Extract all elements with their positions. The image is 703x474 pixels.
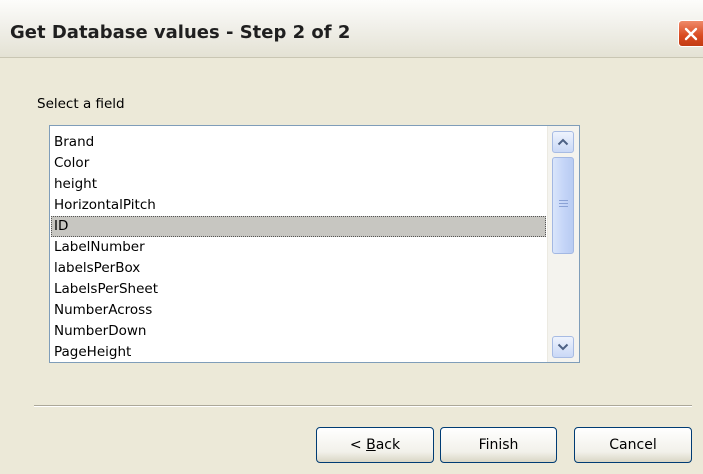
field-list-item[interactable]: ID [51, 216, 546, 237]
thumb-grip-line [559, 206, 568, 207]
thumb-grip-line [559, 200, 568, 201]
back-rest: ack [375, 437, 401, 453]
field-list-item[interactable]: HorizontalPitch [51, 195, 546, 216]
field-list: Brand Color height HorizontalPitch ID LabelNu… [51, 132, 546, 362]
field-listbox[interactable]: Brand Color height HorizontalPitch ID LabelNu… [49, 125, 580, 363]
window-title: Get Database values - Step 2 of 2 [10, 22, 351, 43]
field-list-item[interactable]: LabelsPerSheet [51, 279, 546, 300]
field-list-item[interactable]: NumberDown [51, 321, 546, 342]
field-list-item[interactable]: LabelNumber [51, 237, 546, 258]
close-icon [684, 27, 698, 41]
chevron-down-icon [557, 343, 569, 351]
scroll-thumb[interactable] [552, 157, 574, 254]
field-list-item[interactable]: NumberAcross [51, 300, 546, 321]
scroll-down-button[interactable] [552, 336, 574, 358]
field-list-item[interactable]: labelsPerBox [51, 258, 546, 279]
footer-separator [34, 405, 692, 407]
field-list-item[interactable]: Brand [51, 132, 546, 153]
dialog-window: Get Database values - Step 2 of 2 Select… [0, 0, 703, 474]
field-list-item[interactable]: height [51, 174, 546, 195]
scroll-up-button[interactable] [552, 131, 574, 153]
title-bar[interactable]: Get Database values - Step 2 of 2 [0, 0, 703, 58]
cancel-button[interactable]: Cancel [574, 427, 692, 463]
thumb-grip-line [559, 203, 568, 204]
back-button[interactable]: < Back [316, 427, 434, 463]
finish-button[interactable]: Finish [440, 427, 557, 463]
chevron-up-icon [557, 138, 569, 146]
close-button[interactable] [678, 20, 703, 47]
back-accelerator: B [366, 437, 376, 453]
field-list-item[interactable]: PageHeight [51, 342, 546, 362]
field-prompt-label: Select a field [37, 96, 125, 112]
field-list-item[interactable]: Color [51, 153, 546, 174]
back-prefix: < [349, 437, 367, 453]
vertical-scrollbar[interactable] [547, 126, 579, 362]
